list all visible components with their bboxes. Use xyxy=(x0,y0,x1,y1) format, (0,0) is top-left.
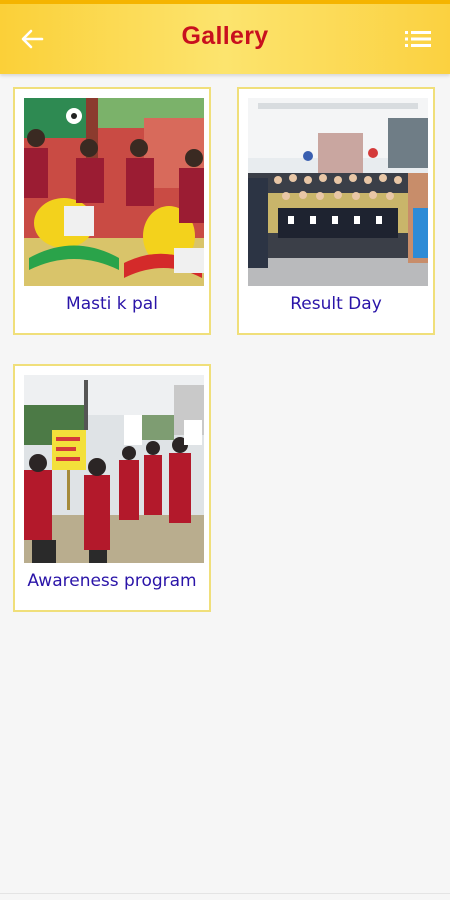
album-photo xyxy=(248,98,428,286)
status-strip xyxy=(0,0,450,4)
album-card[interactable]: Awareness program xyxy=(13,364,211,612)
album-title: Result Day xyxy=(290,294,382,314)
album-photo xyxy=(24,375,204,563)
list-menu-icon xyxy=(405,31,431,47)
page-title: Gallery xyxy=(181,22,269,50)
bottom-divider xyxy=(0,893,450,894)
album-title: Awareness program xyxy=(27,571,197,591)
album-card[interactable]: Masti k pal xyxy=(13,87,211,335)
app-header: Gallery xyxy=(0,0,450,74)
album-card[interactable]: Result Day xyxy=(237,87,435,335)
album-photo xyxy=(24,98,204,286)
menu-button[interactable] xyxy=(402,24,434,54)
album-title: Masti k pal xyxy=(66,294,158,314)
